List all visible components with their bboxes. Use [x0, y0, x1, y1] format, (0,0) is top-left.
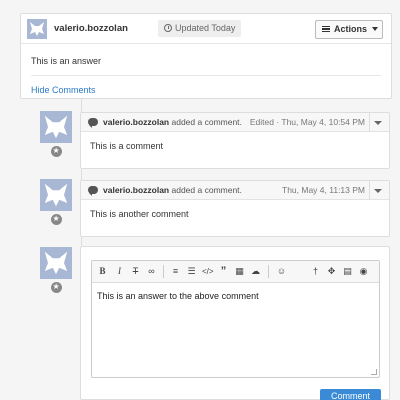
- comment-textarea[interactable]: This is an answer to the above comment: [97, 291, 259, 301]
- comment-text: This is a comment: [90, 141, 164, 151]
- upload-icon[interactable]: ☁: [250, 265, 261, 278]
- reputation-star-icon: [51, 281, 62, 293]
- reputation-star-icon: [51, 145, 62, 157]
- caret-down-icon[interactable]: [374, 121, 382, 125]
- reputation-star-icon: [51, 213, 62, 225]
- comment-avatar[interactable]: [40, 179, 72, 211]
- ordered-list-icon[interactable]: ☰: [186, 265, 197, 278]
- comment-avatar[interactable]: [40, 111, 72, 143]
- comment-header: valerio.bozzolan added a comment. Edited…: [81, 113, 389, 132]
- quote-icon[interactable]: ”: [218, 265, 229, 278]
- comment-author[interactable]: valerio.bozzolan: [103, 117, 169, 127]
- italic-icon[interactable]: I: [114, 265, 125, 278]
- comment-header: valerio.bozzolan added a comment. Thu, M…: [81, 181, 389, 200]
- resize-grip-icon[interactable]: [371, 369, 377, 375]
- avatar-creature-icon: [40, 111, 72, 143]
- code-icon[interactable]: </>: [202, 265, 214, 278]
- caret-down-icon[interactable]: [374, 189, 382, 193]
- comment-author-line: valerio.bozzolan added a comment.: [103, 117, 242, 127]
- comment-timestamp[interactable]: Edited · Thu, May 4, 10:54 PM: [250, 117, 365, 127]
- avatar-creature-icon: [27, 19, 47, 39]
- emoji-icon[interactable]: ☺: [276, 265, 287, 278]
- editor-toolbar: B I T ∞ ≡ ☰ </> ” ▦ ☁ ☺ † ✥ ▤ ◉: [92, 261, 379, 283]
- comment-action: added a comment.: [171, 185, 242, 195]
- comment-action: added a comment.: [171, 117, 242, 127]
- pin-icon[interactable]: †: [310, 265, 321, 278]
- hide-comments-link[interactable]: Hide Comments: [31, 85, 96, 95]
- table-icon[interactable]: ▦: [234, 265, 245, 278]
- menu-bars-icon: [322, 26, 330, 32]
- submit-comment-button[interactable]: Comment: [320, 389, 381, 400]
- avatar-creature-icon: [40, 247, 72, 279]
- comment-author[interactable]: valerio.bozzolan: [103, 185, 169, 195]
- divider: [31, 75, 381, 76]
- toolbar-divider: [268, 265, 269, 278]
- unordered-list-icon[interactable]: ≡: [170, 265, 181, 278]
- help-book-icon[interactable]: ▤: [342, 265, 353, 278]
- clock-icon: [164, 24, 172, 32]
- comment-editor-card: B I T ∞ ≡ ☰ </> ” ▦ ☁ ☺ † ✥ ▤ ◉ This is …: [80, 246, 390, 400]
- answer-header: valerio.bozzolan Updated Today Actions: [21, 14, 391, 44]
- comment-card: valerio.bozzolan added a comment. Thu, M…: [80, 180, 390, 237]
- markdown-editor: B I T ∞ ≡ ☰ </> ” ▦ ☁ ☺ † ✥ ▤ ◉ This is …: [91, 260, 380, 378]
- divider: [369, 181, 370, 200]
- answer-author[interactable]: valerio.bozzolan: [54, 23, 128, 34]
- caret-down-icon: [372, 27, 379, 31]
- comment-bubble-icon: [88, 186, 98, 196]
- updated-label: Updated Today: [175, 23, 236, 33]
- comment-bubble-icon: [88, 118, 98, 128]
- comment-card: valerio.bozzolan added a comment. Edited…: [80, 112, 390, 169]
- divider: [369, 113, 370, 132]
- current-user-avatar[interactable]: [40, 247, 72, 279]
- answer-card: valerio.bozzolan Updated Today Actions T…: [20, 13, 392, 99]
- toolbar-divider: [163, 265, 164, 278]
- fullscreen-icon[interactable]: ✥: [326, 265, 337, 278]
- comment-text: This is another comment: [90, 209, 189, 219]
- actions-label: Actions: [334, 24, 368, 34]
- bold-icon[interactable]: B: [97, 265, 108, 278]
- actions-button[interactable]: Actions: [315, 20, 383, 39]
- link-icon[interactable]: ∞: [146, 265, 157, 278]
- comment-timestamp[interactable]: Thu, May 4, 11:13 PM: [282, 185, 365, 195]
- avatar[interactable]: [27, 19, 47, 39]
- comment-author-line: valerio.bozzolan added a comment.: [103, 185, 242, 195]
- updated-badge: Updated Today: [158, 20, 242, 37]
- preview-eye-icon[interactable]: ◉: [358, 265, 369, 278]
- avatar-creature-icon: [40, 179, 72, 211]
- answer-body: This is an answer: [31, 56, 102, 66]
- strikethrough-icon[interactable]: T: [130, 265, 141, 278]
